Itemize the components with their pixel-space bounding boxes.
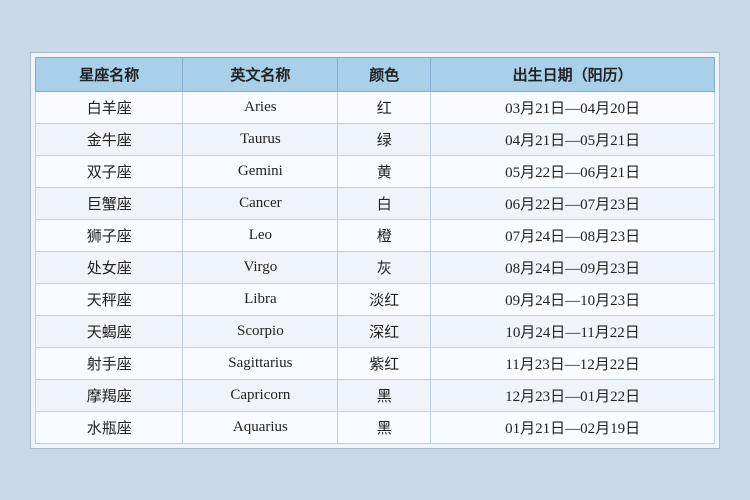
- table-row: 金牛座Taurus绿04月21日—05月21日: [36, 123, 715, 155]
- cell-1-1: Taurus: [183, 123, 338, 155]
- cell-5-2: 灰: [338, 251, 431, 283]
- cell-0-3: 03月21日—04月20日: [431, 91, 715, 123]
- column-header-0: 星座名称: [36, 57, 183, 91]
- cell-9-2: 黑: [338, 379, 431, 411]
- cell-5-1: Virgo: [183, 251, 338, 283]
- cell-6-2: 淡红: [338, 283, 431, 315]
- table-row: 摩羯座Capricorn黑12月23日—01月22日: [36, 379, 715, 411]
- cell-3-1: Cancer: [183, 187, 338, 219]
- cell-6-3: 09月24日—10月23日: [431, 283, 715, 315]
- cell-8-3: 11月23日—12月22日: [431, 347, 715, 379]
- table-row: 天秤座Libra淡红09月24日—10月23日: [36, 283, 715, 315]
- cell-6-1: Libra: [183, 283, 338, 315]
- cell-10-2: 黑: [338, 411, 431, 443]
- table-row: 处女座Virgo灰08月24日—09月23日: [36, 251, 715, 283]
- cell-7-0: 天蝎座: [36, 315, 183, 347]
- zodiac-table-wrapper: 星座名称英文名称颜色出生日期（阳历） 白羊座Aries红03月21日—04月20…: [30, 52, 720, 449]
- cell-7-2: 深红: [338, 315, 431, 347]
- cell-9-3: 12月23日—01月22日: [431, 379, 715, 411]
- cell-7-1: Scorpio: [183, 315, 338, 347]
- table-row: 水瓶座Aquarius黑01月21日—02月19日: [36, 411, 715, 443]
- cell-0-1: Aries: [183, 91, 338, 123]
- cell-7-3: 10月24日—11月22日: [431, 315, 715, 347]
- cell-6-0: 天秤座: [36, 283, 183, 315]
- cell-3-0: 巨蟹座: [36, 187, 183, 219]
- cell-2-0: 双子座: [36, 155, 183, 187]
- table-row: 射手座Sagittarius紫红11月23日—12月22日: [36, 347, 715, 379]
- table-row: 巨蟹座Cancer白06月22日—07月23日: [36, 187, 715, 219]
- table-row: 狮子座Leo橙07月24日—08月23日: [36, 219, 715, 251]
- cell-3-2: 白: [338, 187, 431, 219]
- cell-0-0: 白羊座: [36, 91, 183, 123]
- cell-1-2: 绿: [338, 123, 431, 155]
- cell-1-0: 金牛座: [36, 123, 183, 155]
- cell-9-0: 摩羯座: [36, 379, 183, 411]
- cell-2-1: Gemini: [183, 155, 338, 187]
- cell-3-3: 06月22日—07月23日: [431, 187, 715, 219]
- cell-5-0: 处女座: [36, 251, 183, 283]
- cell-8-2: 紫红: [338, 347, 431, 379]
- column-header-3: 出生日期（阳历）: [431, 57, 715, 91]
- cell-8-0: 射手座: [36, 347, 183, 379]
- cell-4-1: Leo: [183, 219, 338, 251]
- zodiac-table: 星座名称英文名称颜色出生日期（阳历） 白羊座Aries红03月21日—04月20…: [35, 57, 715, 444]
- table-row: 双子座Gemini黄05月22日—06月21日: [36, 155, 715, 187]
- cell-5-3: 08月24日—09月23日: [431, 251, 715, 283]
- cell-8-1: Sagittarius: [183, 347, 338, 379]
- column-header-1: 英文名称: [183, 57, 338, 91]
- cell-2-2: 黄: [338, 155, 431, 187]
- table-header-row: 星座名称英文名称颜色出生日期（阳历）: [36, 57, 715, 91]
- cell-2-3: 05月22日—06月21日: [431, 155, 715, 187]
- table-row: 天蝎座Scorpio深红10月24日—11月22日: [36, 315, 715, 347]
- cell-10-3: 01月21日—02月19日: [431, 411, 715, 443]
- cell-10-1: Aquarius: [183, 411, 338, 443]
- cell-9-1: Capricorn: [183, 379, 338, 411]
- cell-4-2: 橙: [338, 219, 431, 251]
- cell-4-0: 狮子座: [36, 219, 183, 251]
- cell-10-0: 水瓶座: [36, 411, 183, 443]
- table-body: 白羊座Aries红03月21日—04月20日金牛座Taurus绿04月21日—0…: [36, 91, 715, 443]
- table-row: 白羊座Aries红03月21日—04月20日: [36, 91, 715, 123]
- column-header-2: 颜色: [338, 57, 431, 91]
- cell-1-3: 04月21日—05月21日: [431, 123, 715, 155]
- cell-4-3: 07月24日—08月23日: [431, 219, 715, 251]
- cell-0-2: 红: [338, 91, 431, 123]
